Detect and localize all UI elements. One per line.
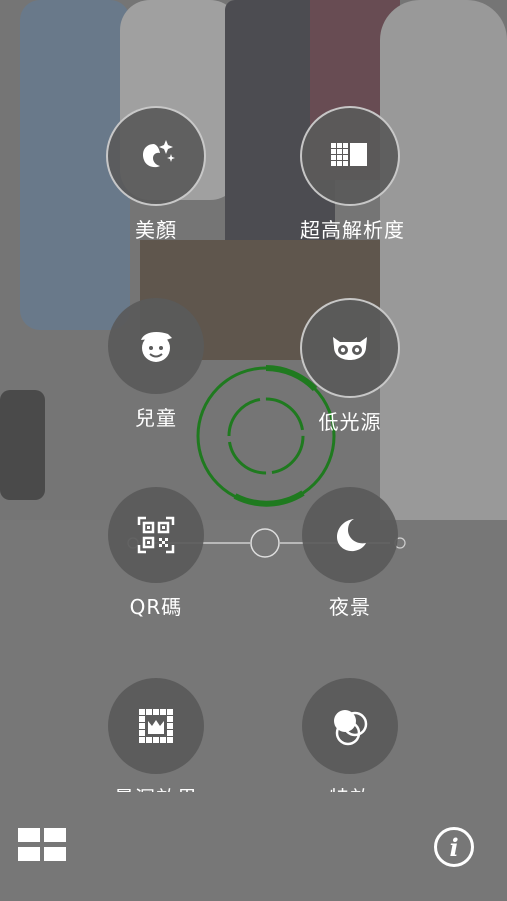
mode-night[interactable]: 夜景	[300, 487, 400, 620]
mode-depth-of-field[interactable]: 景深效果	[106, 678, 206, 792]
mode-effects[interactable]: 特效	[300, 678, 400, 792]
mode-label: 景深效果	[106, 782, 206, 792]
mode-label: 低光源	[318, 410, 382, 434]
owl-eyes-icon	[300, 298, 400, 398]
mode-label: 夜景	[329, 595, 371, 619]
beauty-sparkle-icon	[106, 106, 206, 206]
overlapping-circles-icon	[302, 678, 398, 774]
depth-frame-icon	[108, 678, 204, 774]
mode-grid-icon[interactable]	[18, 828, 66, 862]
mode-label: 美顏	[135, 218, 177, 242]
qr-code-icon	[108, 487, 204, 583]
mode-label: 兒童	[135, 406, 177, 430]
info-icon[interactable]: i	[434, 827, 474, 867]
mode-beauty[interactable]: 美顏	[106, 106, 206, 243]
info-glyph: i	[449, 832, 459, 862]
mode-label: 超高解析度	[300, 218, 405, 242]
mode-children[interactable]: 兒童	[106, 298, 206, 431]
mode-label: QR碼	[129, 595, 183, 619]
mode-qr-code[interactable]: QR碼	[106, 487, 206, 620]
mode-low-light[interactable]: 低光源	[300, 298, 400, 435]
moon-icon	[302, 487, 398, 583]
mode-label: 特效	[300, 782, 400, 792]
mode-super-resolution[interactable]: 超高解析度	[300, 106, 405, 243]
super-resolution-grid-icon	[300, 106, 400, 206]
child-face-icon	[108, 298, 204, 394]
